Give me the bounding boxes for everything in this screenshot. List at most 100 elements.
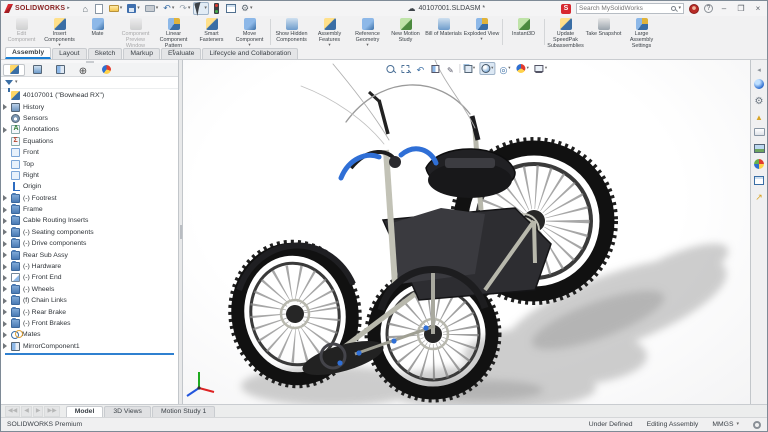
expand-arrow-icon[interactable] <box>3 321 8 327</box>
assembly-3d-model[interactable] <box>183 60 750 404</box>
dropdown-arrow-icon[interactable]: ▾ <box>473 66 475 71</box>
restore-button[interactable]: ❐ <box>735 4 747 13</box>
task-pane-button[interactable] <box>753 158 766 170</box>
tree-root-item[interactable]: 40107001 ("Bowhead RX") <box>3 90 178 101</box>
tree-item[interactable]: MirrorComponent1 <box>3 341 178 352</box>
quick-access-button[interactable] <box>93 2 106 15</box>
quick-access-button[interactable]: ▾ <box>239 2 255 15</box>
task-pane-button[interactable] <box>753 142 766 154</box>
dropdown-arrow-icon[interactable]: ▾ <box>527 66 529 71</box>
heads-up-button[interactable]: ▾ <box>462 62 477 75</box>
quick-access-button[interactable]: ▾ <box>107 2 125 15</box>
command-tab[interactable]: Evaluate <box>161 48 201 59</box>
command-tab[interactable]: Layout <box>52 48 86 59</box>
tree-item[interactable]: Rear Sub Assy <box>3 249 178 260</box>
heads-up-button[interactable] <box>429 62 442 75</box>
expand-arrow-icon[interactable] <box>3 343 8 349</box>
tree-item[interactable]: (-) Hardware <box>3 261 178 272</box>
model-tab[interactable]: Model <box>66 406 104 417</box>
expand-arrow-icon[interactable] <box>3 229 8 235</box>
user-avatar[interactable] <box>689 4 699 14</box>
panel-tab[interactable] <box>49 64 71 76</box>
search-box[interactable]: ▾ <box>576 3 684 14</box>
tree-filter-row[interactable]: ▾ <box>1 77 178 89</box>
ribbon-button[interactable]: Insert Components ▾ <box>41 17 78 47</box>
dropdown-arrow-icon[interactable]: ▾ <box>491 66 493 71</box>
ribbon-button[interactable]: Assembly Features ▾ <box>311 17 348 47</box>
units-selector[interactable]: MMGS ▾ <box>712 421 739 428</box>
dropdown-arrow-icon[interactable]: ▾ <box>545 66 547 71</box>
graphics-viewport[interactable]: ▾ ▾ ▾ ▾ <box>183 60 750 404</box>
task-pane-button[interactable] <box>753 126 766 138</box>
tree-item[interactable]: (-) Wheels <box>3 284 178 295</box>
heads-up-button[interactable] <box>414 62 427 75</box>
dropdown-arrow-icon[interactable]: ▾ <box>58 43 60 48</box>
nav-last-icon[interactable]: ▶▶ <box>44 406 59 417</box>
minimize-button[interactable]: – <box>718 4 730 13</box>
expand-arrow-icon[interactable] <box>3 127 8 133</box>
close-button[interactable]: × <box>752 4 764 13</box>
tree-item[interactable]: (-) Front End <box>3 272 178 283</box>
filter-funnel-icon[interactable] <box>5 80 13 85</box>
search-icon[interactable] <box>671 6 676 11</box>
quick-access-button[interactable]: ▾ <box>143 2 161 15</box>
task-pane-button[interactable] <box>753 94 766 106</box>
tree-item[interactable]: (-) Drive components <box>3 238 178 249</box>
expand-arrow-icon[interactable] <box>3 207 8 213</box>
panel-tab[interactable] <box>3 64 25 76</box>
task-pane-button[interactable] <box>753 174 766 186</box>
quick-access-button[interactable] <box>224 2 238 15</box>
ribbon-button[interactable]: Instant3D <box>505 17 542 47</box>
dropdown-arrow-icon[interactable]: ▾ <box>328 43 330 48</box>
model-tab[interactable]: 3D Views <box>104 406 151 417</box>
expand-arrow-icon[interactable] <box>3 218 8 224</box>
nav-next-icon[interactable]: ▶ <box>33 406 44 417</box>
heads-up-button[interactable] <box>384 62 397 75</box>
expand-arrow-icon[interactable] <box>3 264 8 270</box>
tree-item[interactable]: Right <box>3 170 178 181</box>
command-tab[interactable]: Markup <box>123 48 160 59</box>
ribbon-button[interactable]: Move Component ▾ <box>231 17 268 47</box>
units-dropdown-icon[interactable]: ▾ <box>736 422 739 427</box>
ribbon-button[interactable]: Bill of Materials <box>425 17 462 47</box>
panel-tab[interactable] <box>72 64 94 76</box>
tree-item[interactable]: Equations <box>3 136 178 147</box>
tree-item[interactable]: Frame <box>3 204 178 215</box>
tree-item[interactable]: Cable Routing Inserts <box>3 215 178 226</box>
dropdown-arrow-icon[interactable]: ▾ <box>248 43 250 48</box>
heads-up-button[interactable]: ▾ <box>479 62 495 75</box>
ribbon-button[interactable]: Take Snapshot <box>585 17 622 47</box>
dropdown-arrow-icon[interactable]: ▾ <box>172 49 174 54</box>
expand-arrow-icon[interactable] <box>3 241 8 247</box>
tree-item[interactable]: (-) Seating components <box>3 227 178 238</box>
nav-prev-icon[interactable]: ◀ <box>21 406 32 417</box>
command-tab[interactable]: Lifecycle and Collaboration <box>202 48 298 59</box>
quick-access-button[interactable]: ▾ <box>193 2 209 15</box>
tree-item[interactable]: Annotations <box>3 124 178 135</box>
tree-item[interactable]: (-) Front Brakes <box>3 318 178 329</box>
task-pane-button[interactable] <box>753 62 766 74</box>
expand-arrow-icon[interactable] <box>3 332 8 338</box>
quick-access-button[interactable]: ▾ <box>177 2 192 15</box>
quick-access-button[interactable] <box>79 2 92 15</box>
task-pane-button[interactable] <box>753 110 766 122</box>
filter-dropdown-icon[interactable]: ▾ <box>15 80 18 85</box>
ribbon-button[interactable]: Component Preview Window <box>117 17 154 47</box>
task-pane-button[interactable] <box>753 78 766 90</box>
expand-arrow-icon[interactable] <box>3 275 8 281</box>
nav-first-icon[interactable]: ◀◀ <box>5 406 20 417</box>
ribbon-button[interactable]: Update SpeedPak Subassemblies <box>547 17 584 47</box>
tree-item[interactable]: (f) Chain Links <box>3 295 178 306</box>
tree-item[interactable]: History <box>3 101 178 112</box>
expand-arrow-icon[interactable] <box>3 252 8 258</box>
dropdown-arrow-icon[interactable]: ▾ <box>508 66 510 71</box>
quick-access-button[interactable]: ▾ <box>125 2 142 15</box>
ribbon-button[interactable]: Large Assembly Settings <box>623 17 660 47</box>
tag-icon[interactable] <box>753 421 761 429</box>
search-dropdown-icon[interactable]: ▾ <box>678 6 681 11</box>
ribbon-button[interactable]: Mate <box>79 17 116 47</box>
tree-item[interactable]: Sensors <box>3 113 178 124</box>
dropdown-arrow-icon[interactable]: ▾ <box>366 43 368 48</box>
help-icon[interactable]: ? <box>704 4 713 13</box>
expand-arrow-icon[interactable] <box>3 104 8 110</box>
